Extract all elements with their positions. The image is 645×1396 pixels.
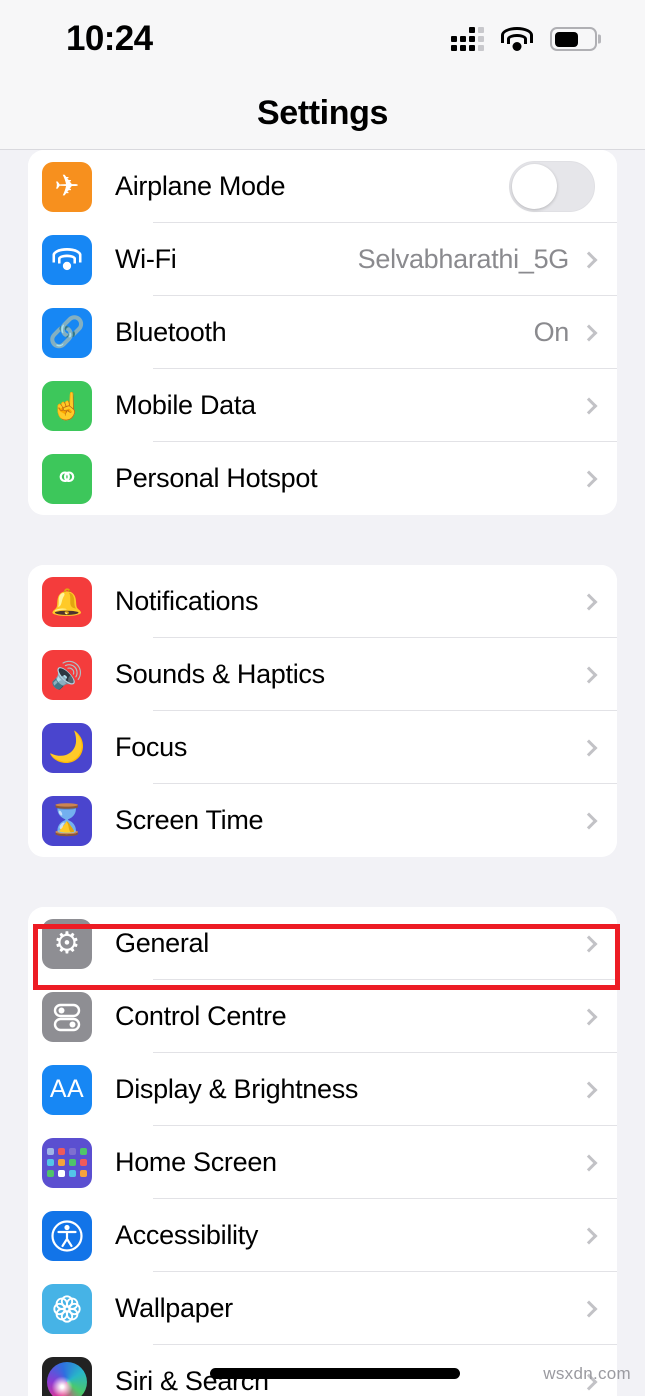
chevron-right-icon — [580, 1300, 598, 1317]
settings-row-notifications[interactable]: 🔔 Notifications — [28, 565, 617, 638]
settings-row-label: Personal Hotspot — [115, 463, 318, 493]
status-bar-clock: 10:24 — [66, 19, 153, 58]
settings-row-label: Mobile Data — [115, 390, 256, 420]
settings-row-accessibility[interactable]: Accessibility — [28, 1199, 617, 1272]
hotspot-icon: ⚭ — [42, 453, 92, 504]
settings-group-connectivity: ✈ Airplane Mode Wi-Fi Selvabharathi_5G 🔗… — [28, 150, 617, 515]
settings-row-label: Display & Brightness — [115, 1074, 359, 1104]
navigation-bar: Settings — [0, 78, 645, 150]
settings-row-bluetooth[interactable]: 🔗 Bluetooth On — [28, 296, 617, 369]
speaker-icon: 🔊 — [42, 649, 92, 700]
chevron-right-icon — [580, 1081, 598, 1098]
settings-row-label: Airplane Mode — [115, 171, 286, 201]
row-accessory: On — [534, 317, 617, 348]
accessibility-icon — [42, 1210, 92, 1261]
settings-row-label: Home Screen — [115, 1147, 277, 1177]
bluetooth-state-value: On — [533, 317, 570, 347]
watermark: wsxdn.com — [543, 1364, 631, 1383]
row-accessory — [580, 593, 617, 610]
settings-row-screen-time[interactable]: ⌛ Screen Time — [28, 784, 617, 857]
settings-row-label: Wallpaper — [115, 1293, 233, 1323]
chevron-right-icon — [580, 1008, 598, 1025]
chevron-right-icon — [580, 1227, 598, 1244]
row-accessory — [580, 935, 617, 952]
status-bar: 10:24 — [0, 0, 645, 78]
bell-icon: 🔔 — [42, 576, 92, 627]
wifi-icon — [500, 26, 534, 52]
chevron-right-icon — [580, 397, 598, 414]
status-bar-indicators — [451, 26, 601, 52]
row-accessory — [580, 1300, 617, 1317]
settings-row-mobile-data[interactable]: ☝ Mobile Data — [28, 369, 617, 442]
wifi-network-value: Selvabharathi_5G — [357, 244, 570, 274]
chevron-right-icon — [580, 666, 598, 683]
hourglass-icon: ⌛ — [42, 795, 92, 846]
home-screen-icon — [42, 1137, 92, 1188]
airplane-mode-toggle[interactable] — [509, 161, 595, 212]
settings-row-label: Notifications — [115, 586, 259, 616]
row-accessory — [580, 666, 617, 683]
settings-row-label: Bluetooth — [115, 317, 227, 347]
gear-icon: ⚙ — [42, 918, 92, 969]
chevron-right-icon — [580, 324, 598, 341]
row-accessory — [580, 1008, 617, 1025]
settings-row-sounds-haptics[interactable]: 🔊 Sounds & Haptics — [28, 638, 617, 711]
control-centre-icon — [42, 991, 92, 1042]
display-brightness-icon: AA — [42, 1064, 92, 1115]
chevron-right-icon — [580, 935, 598, 952]
settings-row-wallpaper[interactable]: Wallpaper — [28, 1272, 617, 1345]
chevron-right-icon — [580, 739, 598, 756]
moon-icon: 🌙 — [42, 722, 92, 773]
settings-row-label: Sounds & Haptics — [115, 659, 325, 689]
wifi-icon — [42, 234, 92, 285]
battery-icon — [550, 27, 601, 51]
row-accessory — [580, 1227, 617, 1244]
chevron-right-icon — [580, 470, 598, 487]
settings-row-label: General — [115, 928, 209, 958]
cellular-icon: ☝ — [42, 380, 92, 431]
settings-row-label: Control Centre — [115, 1001, 287, 1031]
row-accessory — [580, 470, 617, 487]
settings-row-personal-hotspot[interactable]: ⚭ Personal Hotspot — [28, 442, 617, 515]
chevron-right-icon — [580, 1154, 598, 1171]
row-accessory — [580, 812, 617, 829]
row-accessory — [580, 739, 617, 756]
row-accessory — [580, 1154, 617, 1171]
chevron-right-icon — [580, 251, 598, 268]
settings-group-alerts: 🔔 Notifications 🔊 Sounds & Haptics 🌙 Foc… — [28, 565, 617, 857]
settings-row-display-brightness[interactable]: AA Display & Brightness — [28, 1053, 617, 1126]
settings-row-control-centre[interactable]: Control Centre — [28, 980, 617, 1053]
settings-row-airplane-mode[interactable]: ✈ Airplane Mode — [28, 150, 617, 223]
settings-row-label: Screen Time — [115, 805, 264, 835]
settings-row-label: Accessibility — [115, 1220, 259, 1250]
chevron-right-icon — [580, 812, 598, 829]
settings-row-focus[interactable]: 🌙 Focus — [28, 711, 617, 784]
row-accessory[interactable] — [509, 161, 617, 212]
airplane-icon: ✈ — [42, 161, 92, 212]
row-accessory: Selvabharathi_5G — [358, 244, 617, 275]
iphone-settings-screen: 10:24 Settings ✈ Airplane Mode Wi-Fi Sel… — [0, 0, 645, 1396]
settings-group-system: ⚙ General Control Centre AA Display & Br… — [28, 907, 617, 1396]
settings-row-wi-fi[interactable]: Wi-Fi Selvabharathi_5G — [28, 223, 617, 296]
chevron-right-icon — [580, 593, 598, 610]
home-indicator — [210, 1368, 460, 1379]
row-accessory — [580, 1081, 617, 1098]
page-title: Settings — [257, 94, 388, 132]
settings-row-general[interactable]: ⚙ General — [28, 907, 617, 980]
row-accessory — [580, 397, 617, 414]
siri-icon — [42, 1356, 92, 1396]
cellular-signal-icon — [451, 27, 484, 51]
settings-row-home-screen[interactable]: Home Screen — [28, 1126, 617, 1199]
settings-list[interactable]: ✈ Airplane Mode Wi-Fi Selvabharathi_5G 🔗… — [0, 150, 645, 1396]
bluetooth-icon: 🔗 — [42, 307, 92, 358]
settings-row-label: Wi-Fi — [115, 244, 177, 274]
settings-row-label: Focus — [115, 732, 188, 762]
wallpaper-icon — [42, 1283, 92, 1334]
